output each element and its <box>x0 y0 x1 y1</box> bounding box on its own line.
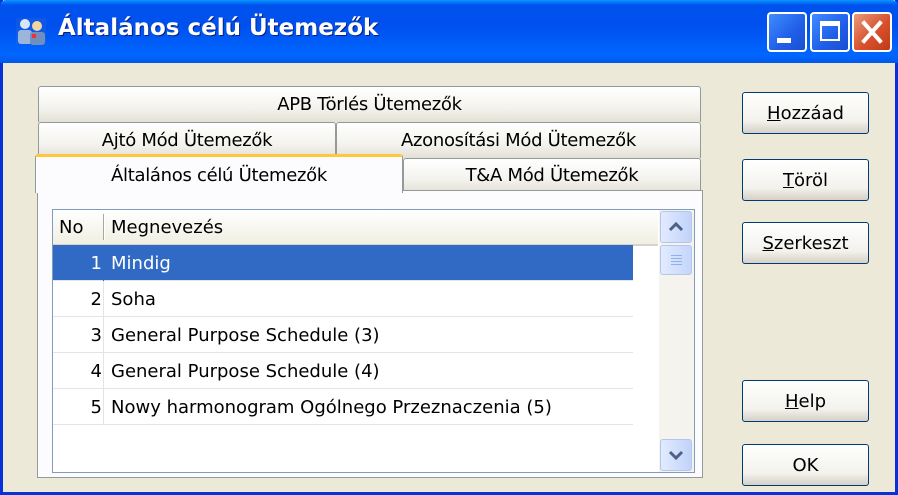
row-divider <box>103 317 104 353</box>
row-number: 1 <box>90 253 102 274</box>
minimize-icon <box>777 38 791 43</box>
ok-button[interactable]: OK <box>742 444 869 486</box>
people-icon <box>16 18 46 45</box>
thumb-grip <box>671 258 682 259</box>
row-name: Mindig <box>111 253 171 274</box>
row-divider <box>103 389 104 425</box>
list-item[interactable]: 3 General Purpose Schedule (3) <box>53 317 633 353</box>
list-item[interactable]: 4 General Purpose Schedule (4) <box>53 353 633 389</box>
add-button[interactable]: Hozzáad <box>742 92 869 134</box>
list-header: No Megnevezés <box>53 210 658 246</box>
tab-label: Általános célú Ütemezők <box>111 164 327 186</box>
tab-label: T&A Mód Ütemezők <box>465 165 639 186</box>
help-button-label: elp <box>798 390 827 412</box>
row-divider <box>103 245 104 281</box>
thumb-grip <box>671 261 682 262</box>
row-number: 3 <box>90 325 102 346</box>
help-button[interactable]: Help <box>742 380 869 422</box>
delete-button-accel: T <box>782 169 794 191</box>
tab-ajto-mod[interactable]: Ajtó Mód Ütemezők <box>38 122 336 158</box>
close-button[interactable] <box>852 12 892 52</box>
tab-ta-mod[interactable]: T&A Mód Ütemezők <box>403 158 701 192</box>
dialog-window: Általános célú Ütemezők APB Törlés Üteme… <box>0 0 898 495</box>
row-number: 4 <box>90 361 102 382</box>
row-name: Nowy harmonogram Ogólnego Przeznaczenia … <box>111 397 552 418</box>
ok-button-label: OK <box>792 454 819 476</box>
column-header-name[interactable]: Megnevezés <box>111 217 223 238</box>
edit-button[interactable]: Szerkeszt <box>742 222 869 264</box>
title-bar[interactable]: Általános célú Ütemezők <box>0 0 898 63</box>
edit-button-accel: S <box>762 232 774 254</box>
row-name: General Purpose Schedule (3) <box>111 325 380 346</box>
close-icon <box>861 20 883 44</box>
scroll-thumb[interactable] <box>660 245 692 275</box>
row-divider <box>103 281 104 317</box>
row-divider <box>103 353 104 389</box>
tab-label: Ajtó Mód Ütemezők <box>101 130 273 151</box>
column-header-no[interactable]: No <box>59 217 83 238</box>
thumb-grip <box>671 255 682 256</box>
chevron-up-icon <box>668 221 684 232</box>
maximize-icon <box>820 21 840 41</box>
tab-label: Azonosítási Mód Ütemezők <box>400 130 637 151</box>
maximize-button[interactable] <box>810 12 850 52</box>
column-divider-highlight <box>104 214 105 240</box>
minimize-button[interactable] <box>767 12 807 52</box>
window-title: Általános célú Ütemezők <box>58 15 379 41</box>
thumb-grip <box>671 264 682 265</box>
list-item[interactable]: 1 Mindig <box>53 245 633 281</box>
vertical-scrollbar[interactable] <box>659 210 694 472</box>
help-button-accel: H <box>784 390 799 412</box>
row-name: General Purpose Schedule (4) <box>111 361 380 382</box>
edit-button-label: zerkeszt <box>773 232 849 254</box>
chevron-down-icon <box>668 450 684 461</box>
row-name: Soha <box>111 289 156 310</box>
schedule-list[interactable]: No Megnevezés 1 Mindig 2 Soha 3 General … <box>52 209 695 473</box>
scroll-down-button[interactable] <box>660 439 692 471</box>
tab-apb-torles[interactable]: APB Törlés Ütemezők <box>38 86 701 122</box>
tab-label: APB Törlés Ütemezők <box>277 94 462 115</box>
tab-azonositasi-mod[interactable]: Azonosítási Mód Ütemezők <box>336 122 701 158</box>
scroll-up-button[interactable] <box>660 211 692 243</box>
row-number: 5 <box>90 397 102 418</box>
row-number: 2 <box>90 289 102 310</box>
tab-altalanos-celu[interactable]: Általános célú Ütemezők <box>35 154 403 193</box>
add-button-label: ozzáad <box>780 102 844 124</box>
delete-button[interactable]: Töröl <box>742 159 869 201</box>
delete-button-label: öröl <box>793 169 829 191</box>
list-item[interactable]: 2 Soha <box>53 281 633 317</box>
list-item[interactable]: 5 Nowy harmonogram Ogólnego Przeznaczeni… <box>53 389 633 425</box>
add-button-accel: H <box>767 102 781 124</box>
